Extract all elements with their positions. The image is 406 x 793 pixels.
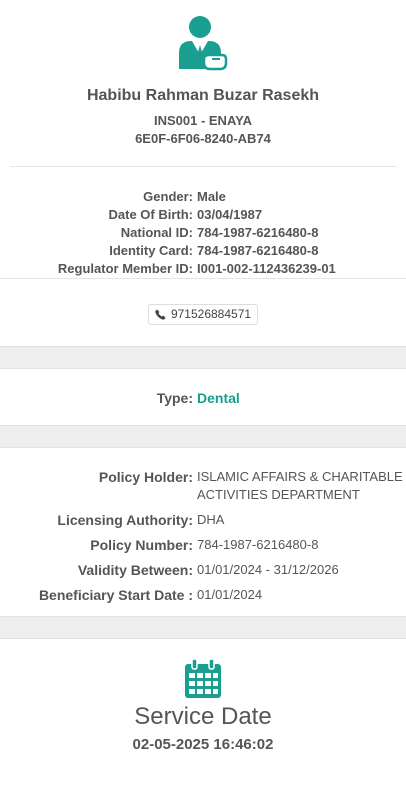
calendar-icon — [185, 659, 221, 698]
regulator-id-value: I001-002-112436239-01 — [197, 261, 336, 276]
type-label: Type: — [156, 390, 193, 406]
validity-row: Validity Between: 01/01/2024 - 31/12/202… — [0, 561, 406, 579]
section-separator-band — [0, 616, 406, 639]
gender-value: Male — [197, 189, 226, 204]
patient-header: Habibu Rahman Buzar Rasekh INS001 - ENAY… — [0, 0, 406, 146]
beneficiary-start-row: Beneficiary Start Date : 01/01/2024 — [0, 586, 406, 604]
patient-avatar-icon — [179, 16, 228, 71]
identity-card-row: Identity Card: 784-1987-6216480-8 — [0, 242, 406, 260]
patient-card: Habibu Rahman Buzar Rasekh INS001 - ENAY… — [0, 0, 406, 793]
service-date-title: Service Date — [134, 703, 272, 730]
identity-card-label: Identity Card: — [109, 243, 193, 258]
regulator-id-label: Regulator Member ID: — [57, 261, 193, 276]
dob-label: Date Of Birth: — [108, 207, 194, 222]
policy-number-value: 784-1987-6216480-8 — [197, 537, 319, 552]
section-separator-band — [0, 346, 406, 369]
national-id-label: National ID: — [120, 225, 193, 240]
dob-row: Date Of Birth: 03/04/1987 — [0, 206, 406, 224]
insurance-line: INS001 - ENAYA — [153, 113, 253, 128]
service-section: Service Date 02-05-2025 16:46:02 — [0, 639, 406, 753]
validity-value: 01/01/2024 - 31/12/2026 — [197, 562, 339, 577]
beneficiary-start-value: 01/01/2024 — [197, 587, 263, 602]
dob-value: 03/04/1987 — [197, 207, 263, 222]
national-id-value: 784-1987-6216480-8 — [197, 225, 319, 240]
phone-icon — [155, 309, 166, 320]
patient-name: Habibu Rahman Buzar Rasekh — [86, 87, 320, 104]
beneficiary-start-label: Beneficiary Start Date : — [38, 587, 193, 603]
phone-chip[interactable]: 971526884571 — [147, 304, 259, 325]
demographics-section: Gender: Male Date Of Birth: 03/04/1987 N… — [0, 167, 406, 278]
licensing-authority-row: Licensing Authority: DHA — [0, 511, 406, 529]
gender-label: Gender: — [143, 189, 193, 204]
identity-card-value: 784-1987-6216480-8 — [197, 243, 319, 258]
type-row: Type: Dental — [0, 369, 406, 425]
phone-number: 971526884571 — [170, 307, 252, 321]
type-value: Dental — [197, 390, 240, 406]
policy-holder-label: Policy Holder: — [98, 469, 193, 485]
policy-holder-value: ISLAMIC AFFAIRS & CHARITABLE ACTIVITIES … — [197, 469, 403, 502]
national-id-row: National ID: 784-1987-6216480-8 — [0, 224, 406, 242]
service-datetime: 02-05-2025 16:46:02 — [132, 736, 274, 753]
policy-number-row: Policy Number: 784-1987-6216480-8 — [0, 536, 406, 554]
gender-row: Gender: Male — [0, 188, 406, 206]
licensing-authority-label: Licensing Authority: — [57, 512, 193, 528]
regulator-id-row: Regulator Member ID: I001-002-112436239-… — [0, 260, 406, 278]
policy-number-label: Policy Number: — [90, 537, 193, 553]
validity-label: Validity Between: — [77, 562, 193, 578]
patient-uid: 6E0F-6F06-8240-AB74 — [135, 131, 271, 146]
section-separator-band — [0, 425, 406, 448]
policy-holder-row: Policy Holder: ISLAMIC AFFAIRS & CHARITA… — [0, 468, 406, 504]
licensing-authority-value: DHA — [197, 512, 225, 527]
policy-section: Policy Holder: ISLAMIC AFFAIRS & CHARITA… — [0, 448, 406, 616]
contact-section: 971526884571 — [0, 279, 406, 346]
